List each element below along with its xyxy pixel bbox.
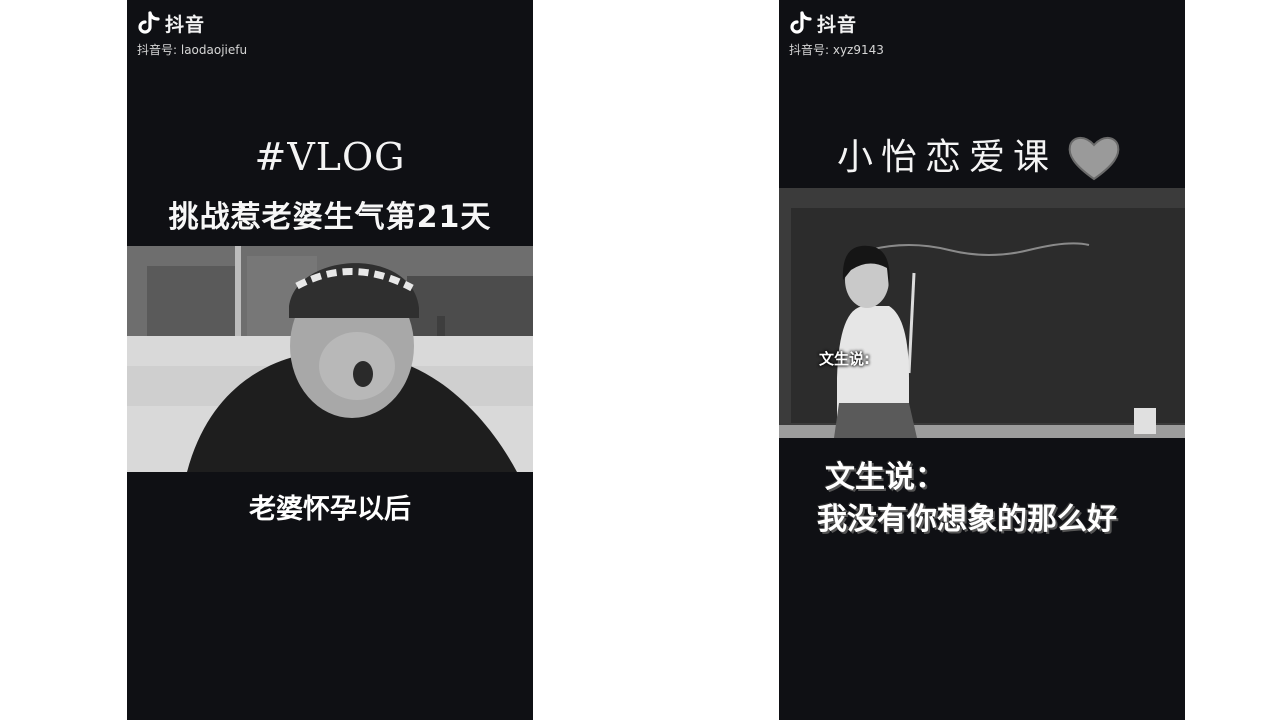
speaker-label: 文生说: [819, 350, 870, 368]
douyin-account-id: 抖音号: xyz9143 [789, 43, 884, 57]
douyin-note-icon [790, 10, 812, 34]
snowy-selfie-scene [127, 246, 533, 472]
video-subtitle: 老婆怀孕以后 [249, 494, 411, 525]
douyin-watermark: 抖音 抖音号: xyz9143 [789, 10, 884, 58]
classroom-video-frame[interactable]: 文生说: [779, 188, 1185, 438]
douyin-watermark: 抖音 抖音号: laodaojiefu [137, 10, 247, 58]
caption-line-1: 文生说： [825, 460, 945, 495]
course-title: 小怡恋爱课 [837, 137, 1058, 178]
left-video-panel[interactable]: 抖音 抖音号: laodaojiefu #VLOG 挑战惹老婆生气第21天 老婆… [127, 0, 533, 720]
douyin-account-id: 抖音号: laodaojiefu [137, 43, 248, 57]
douyin-brand-text: 抖音 [817, 14, 858, 36]
video-title: 挑战惹老婆生气第21天 [168, 200, 492, 235]
right-video-panel[interactable]: 抖音 抖音号: xyz9143 小怡恋爱课 文生说: 文生说： 我没有你想象的那… [779, 0, 1185, 720]
douyin-note-icon [138, 10, 160, 34]
classroom-scene [779, 188, 1185, 438]
video-comparison-canvas: 抖音 抖音号: laodaojiefu #VLOG 挑战惹老婆生气第21天 老婆… [0, 0, 1280, 720]
heart-icon [1068, 137, 1120, 181]
vlog-hashtag: #VLOG [254, 135, 406, 179]
douyin-brand-text: 抖音 [165, 14, 206, 36]
caption-line-2: 我没有你想象的那么好 [817, 502, 1117, 537]
selfie-video-frame[interactable] [127, 246, 533, 472]
